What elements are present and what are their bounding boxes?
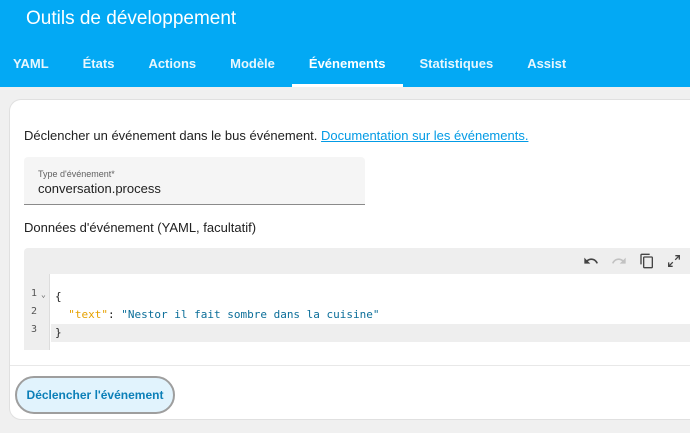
code-line-active: }: [51, 324, 690, 342]
redo-icon[interactable]: [609, 251, 629, 271]
event-type-field[interactable]: Type d'événement*: [24, 157, 365, 205]
tab-events[interactable]: Événements: [291, 40, 403, 87]
fullscreen-icon[interactable]: [664, 251, 684, 271]
yaml-key: "text": [68, 308, 108, 321]
code-line: "text": "Nestor il fait sombre dans la c…: [51, 306, 690, 324]
top-app-bar: Outils de développement YAML États Actio…: [0, 0, 690, 87]
tab-assist[interactable]: Assist: [510, 40, 583, 87]
tab-bar: YAML États Actions Modèle Événements Sta…: [0, 40, 583, 87]
code-brace-close: }: [55, 326, 62, 339]
event-type-label: Type d'événement*: [38, 169, 115, 179]
fire-event-card: Déclencher un événement dans le bus évén…: [9, 99, 690, 420]
yaml-code-editor[interactable]: 1 ⌄ 2 3 { "text": "Nestor il fait sombre…: [24, 248, 690, 350]
tab-states[interactable]: États: [66, 40, 132, 87]
intro-text: Déclencher un événement dans le bus évén…: [24, 128, 528, 143]
page-title: Outils de développement: [26, 8, 237, 29]
code-brace-open: {: [55, 290, 62, 303]
event-type-input[interactable]: [38, 181, 338, 196]
card-actions-divider: [10, 365, 690, 366]
copy-icon[interactable]: [637, 251, 657, 271]
line-number: 1: [31, 288, 38, 299]
intro-description: Déclencher un événement dans le bus évén…: [24, 128, 318, 143]
event-data-label: Données d'événement (YAML, facultatif): [24, 220, 257, 235]
tab-statistics[interactable]: Statistiques: [403, 40, 511, 87]
tab-yaml[interactable]: YAML: [0, 40, 66, 87]
tab-actions[interactable]: Actions: [131, 40, 213, 87]
code-line: {: [51, 288, 690, 306]
fold-chevron-icon[interactable]: ⌄: [41, 290, 46, 299]
tab-template[interactable]: Modèle: [213, 40, 292, 87]
fire-event-button[interactable]: Déclencher l'événement: [15, 376, 175, 414]
editor-toolbar: [24, 248, 690, 274]
yaml-string-value: "Nestor il fait sombre dans la cuisine": [121, 308, 380, 321]
undo-icon[interactable]: [581, 251, 601, 271]
code-separator: :: [108, 308, 122, 321]
line-number-gutter: 1 ⌄ 2 3: [24, 274, 50, 350]
line-number: 2: [31, 306, 38, 317]
line-number: 3: [31, 324, 38, 335]
docs-link[interactable]: Documentation sur les événements.: [321, 128, 528, 143]
